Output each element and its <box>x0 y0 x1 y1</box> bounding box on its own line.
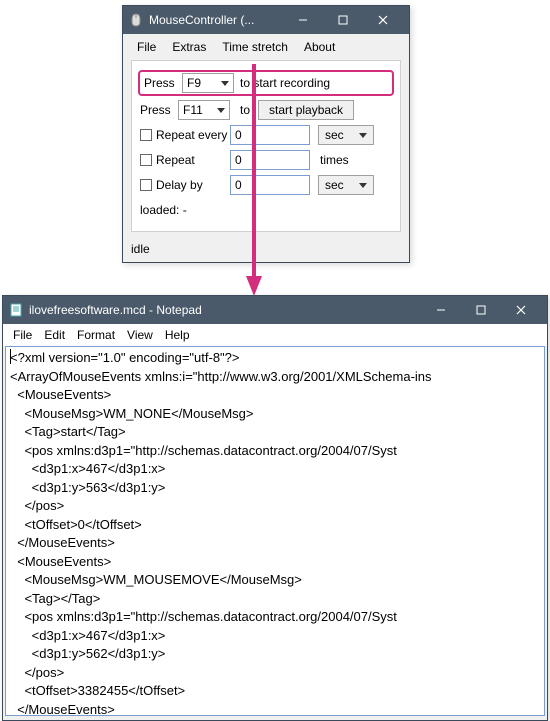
delay-row: Delay by sec <box>138 174 394 196</box>
menu-timestretch[interactable]: Time stretch <box>214 38 296 56</box>
mousecontroller-window: MouseController (... File Extras Time st… <box>122 5 410 263</box>
record-key-select[interactable]: F9 <box>182 73 234 93</box>
press-label: Press <box>142 76 182 90</box>
maximize-button[interactable] <box>461 297 501 323</box>
repeat-every-label: Repeat every <box>156 128 227 142</box>
status-label: idle <box>123 240 409 262</box>
close-button[interactable] <box>501 297 541 323</box>
chevron-down-icon <box>359 183 367 188</box>
delay-unit-select[interactable]: sec <box>318 175 374 195</box>
repeat-every-row: Repeat every sec <box>138 124 394 146</box>
mc-titlebar[interactable]: MouseController (... <box>123 6 409 34</box>
repeat-row: Repeat times <box>138 149 394 171</box>
loaded-label: loaded: - <box>138 199 394 225</box>
menu-extras[interactable]: Extras <box>164 38 214 56</box>
np-menubar: File Edit Format View Help <box>3 324 547 346</box>
repeat-label: Repeat <box>156 153 195 167</box>
menu-about[interactable]: About <box>296 38 343 56</box>
repeat-every-unit-select[interactable]: sec <box>318 125 374 145</box>
mc-menubar: File Extras Time stretch About <box>123 34 409 58</box>
repeat-unit: times <box>320 153 349 167</box>
record-key-value: F9 <box>187 76 201 90</box>
playback-key-select[interactable]: F11 <box>178 100 230 120</box>
chevron-down-icon <box>217 108 225 113</box>
repeat-every-input[interactable] <box>230 125 310 145</box>
mc-panel: Press F9 to start recording Press F11 to… <box>131 60 401 232</box>
playback-key-value: F11 <box>183 103 203 117</box>
menu-edit[interactable]: Edit <box>38 326 71 344</box>
minimize-button[interactable] <box>421 297 461 323</box>
np-titlebar[interactable]: ilovefreesoftware.mcd - Notepad <box>3 296 547 324</box>
close-button[interactable] <box>363 7 403 33</box>
chevron-down-icon <box>359 133 367 138</box>
to-label: to <box>240 103 250 117</box>
repeat-checkbox[interactable] <box>140 154 152 166</box>
mouse-icon <box>129 13 143 27</box>
chevron-down-icon <box>221 81 229 86</box>
menu-view[interactable]: View <box>121 326 159 344</box>
mc-title: MouseController (... <box>149 13 283 27</box>
menu-format[interactable]: Format <box>71 326 121 344</box>
repeat-input[interactable] <box>230 150 310 170</box>
minimize-button[interactable] <box>283 7 323 33</box>
maximize-button[interactable] <box>323 7 363 33</box>
notepad-window: ilovefreesoftware.mcd - Notepad File Edi… <box>2 295 548 721</box>
notepad-text-area[interactable]: <?xml version="1.0" encoding="utf-8"?> <… <box>5 346 545 716</box>
start-playback-button[interactable]: start playback <box>258 100 354 120</box>
press-label-2: Press <box>138 103 178 117</box>
np-title: ilovefreesoftware.mcd - Notepad <box>29 303 421 317</box>
record-row: Press F9 to start recording <box>138 70 394 96</box>
repeat-every-unit: sec <box>325 128 344 142</box>
menu-help[interactable]: Help <box>159 326 196 344</box>
notepad-icon <box>9 303 23 317</box>
text-caret <box>10 349 11 364</box>
notepad-content: <?xml version="1.0" encoding="utf-8"?> <… <box>10 350 432 716</box>
menu-file[interactable]: File <box>129 38 164 56</box>
delay-unit: sec <box>325 178 344 192</box>
repeat-every-checkbox[interactable] <box>140 129 152 141</box>
record-hint: to start recording <box>240 76 330 90</box>
delay-checkbox[interactable] <box>140 179 152 191</box>
delay-input[interactable] <box>230 175 310 195</box>
playback-row: Press F11 to start playback <box>138 99 394 121</box>
delay-label: Delay by <box>156 178 203 192</box>
menu-file[interactable]: File <box>7 326 38 344</box>
